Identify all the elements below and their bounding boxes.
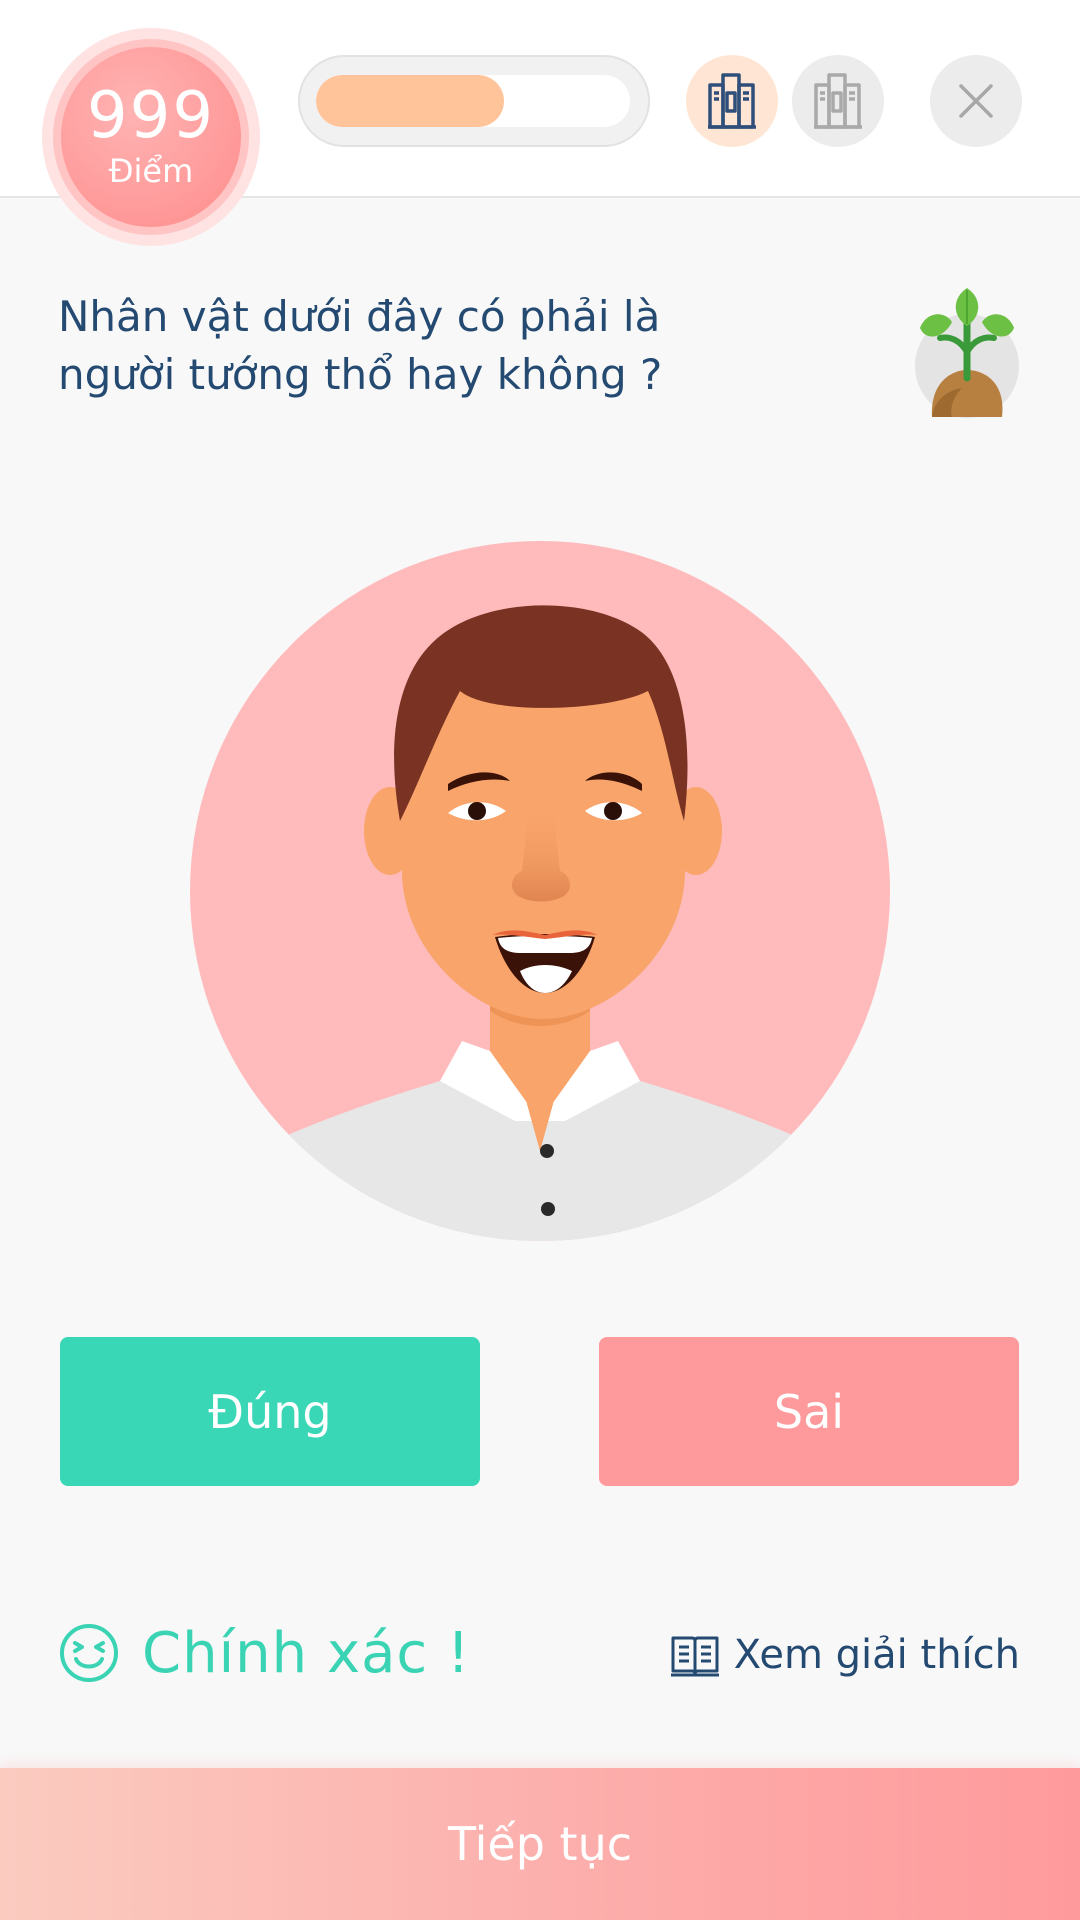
progress-fill	[316, 75, 505, 127]
false-answer-button[interactable]: Sai	[599, 1337, 1019, 1486]
true-answer-button[interactable]: Đúng	[60, 1337, 480, 1486]
score-badge: 999 Điểm	[42, 28, 260, 246]
view-explanation-link[interactable]: Xem giải thích	[670, 1625, 1020, 1685]
plant-sprout-icon	[915, 288, 1019, 418]
close-icon	[959, 84, 993, 118]
false-answer-label: Sai	[773, 1384, 845, 1439]
library-button-active[interactable]	[686, 55, 778, 147]
books-icon	[814, 73, 862, 129]
view-explanation-label: Xem giải thích	[733, 1632, 1020, 1678]
library-button-inactive[interactable]	[792, 55, 884, 147]
close-button[interactable]	[930, 55, 1022, 147]
open-book-icon	[670, 1636, 719, 1677]
question-text: Nhân vật dưới đây có phải là người tướng…	[58, 292, 663, 399]
score-value: 999	[86, 79, 216, 153]
continue-button[interactable]: Tiếp tục	[0, 1768, 1080, 1920]
laughing-face-icon	[60, 1624, 118, 1682]
books-icon	[708, 73, 756, 129]
result-feedback: Chính xác !	[58, 1618, 470, 1688]
score-label: Điểm	[108, 152, 194, 190]
true-answer-label: Đúng	[208, 1384, 332, 1439]
smiling-man-avatar	[190, 541, 890, 1241]
progress-bar	[298, 55, 650, 147]
continue-label: Tiếp tục	[447, 1817, 633, 1871]
result-text: Chính xác !	[142, 1620, 471, 1686]
